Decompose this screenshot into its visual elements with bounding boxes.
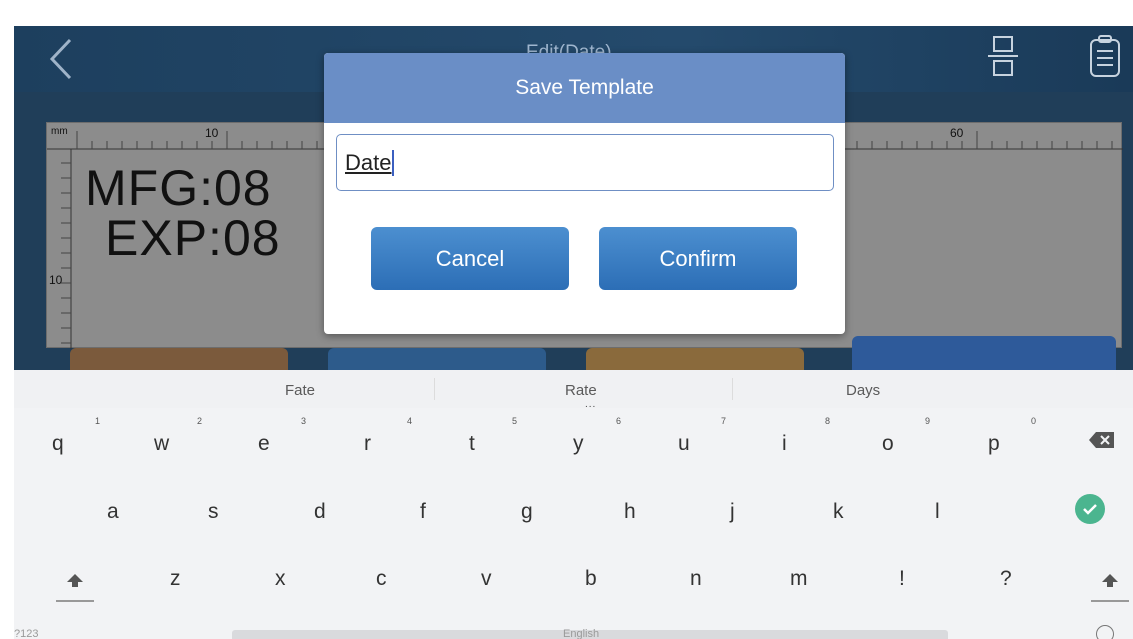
space-bar-label: English bbox=[563, 628, 600, 639]
key-k[interactable]: k bbox=[833, 500, 844, 524]
key-question[interactable]: ? bbox=[1000, 567, 1012, 591]
enter-check-icon[interactable] bbox=[1075, 494, 1105, 524]
template-list-icon[interactable] bbox=[1088, 34, 1122, 80]
key-i[interactable]: i bbox=[782, 432, 787, 456]
key-o[interactable]: o bbox=[882, 432, 894, 456]
key-f[interactable]: f bbox=[420, 500, 426, 524]
key-e[interactable]: e bbox=[258, 432, 270, 456]
suggestion-1[interactable]: Fate bbox=[285, 382, 315, 399]
key-w[interactable]: w bbox=[154, 432, 169, 456]
key-h[interactable]: h bbox=[624, 500, 636, 524]
ruler-unit: mm bbox=[51, 126, 68, 137]
key-s[interactable]: s bbox=[208, 500, 219, 524]
key-q[interactable]: q bbox=[52, 432, 64, 456]
key-hint: 0 bbox=[1031, 416, 1037, 426]
key-u[interactable]: u bbox=[678, 432, 690, 456]
text-caret bbox=[392, 149, 394, 176]
key-x[interactable]: x bbox=[275, 567, 286, 591]
template-name-value: Date bbox=[345, 149, 392, 175]
key-m[interactable]: m bbox=[790, 567, 808, 591]
key-r[interactable]: r bbox=[364, 432, 371, 456]
key-hint: 6 bbox=[616, 416, 622, 426]
shift-right-icon[interactable] bbox=[1091, 570, 1129, 610]
key-g[interactable]: g bbox=[521, 500, 533, 524]
key-hint: 2 bbox=[197, 416, 203, 426]
key-hint: 3 bbox=[301, 416, 307, 426]
canvas-text-exp[interactable]: EXP:08 bbox=[105, 213, 281, 263]
canvas-text-mfg[interactable]: MFG:08 bbox=[85, 163, 272, 213]
key-v[interactable]: v bbox=[481, 567, 492, 591]
key-d[interactable]: d bbox=[314, 500, 326, 524]
numbers-key[interactable]: ?123 bbox=[14, 628, 38, 639]
template-name-input[interactable]: Date bbox=[336, 134, 834, 191]
suggestion-divider bbox=[434, 378, 435, 400]
suggestion-2[interactable]: Rate bbox=[565, 382, 597, 399]
suggestion-3[interactable]: Days bbox=[846, 382, 880, 399]
key-hint: 1 bbox=[95, 416, 101, 426]
layout-icon[interactable] bbox=[986, 34, 1020, 78]
key-j[interactable]: j bbox=[730, 500, 735, 524]
ruler-label-10: 10 bbox=[205, 126, 219, 140]
backspace-icon[interactable] bbox=[1088, 431, 1116, 449]
save-template-dialog: Save Template Date Cancel Confirm bbox=[324, 53, 845, 334]
key-l[interactable]: l bbox=[935, 500, 940, 524]
key-c[interactable]: c bbox=[376, 567, 387, 591]
suggestion-divider bbox=[732, 378, 733, 400]
key-hint: 7 bbox=[721, 416, 727, 426]
key-t[interactable]: t bbox=[469, 432, 475, 456]
key-hint: 8 bbox=[825, 416, 831, 426]
cancel-button[interactable]: Cancel bbox=[371, 227, 569, 290]
shift-left-icon[interactable] bbox=[56, 570, 94, 610]
emoji-icon[interactable] bbox=[1096, 625, 1114, 639]
key-hint: 5 bbox=[512, 416, 518, 426]
key-hint: 9 bbox=[925, 416, 931, 426]
key-b[interactable]: b bbox=[585, 567, 597, 591]
suggestion-more-dots: ... bbox=[585, 399, 597, 410]
key-z[interactable]: z bbox=[170, 567, 181, 591]
key-p[interactable]: p bbox=[988, 432, 1000, 456]
key-exclamation[interactable]: ! bbox=[899, 567, 905, 591]
key-n[interactable]: n bbox=[690, 567, 702, 591]
back-arrow-icon[interactable] bbox=[42, 34, 82, 84]
key-y[interactable]: y bbox=[573, 432, 584, 456]
dialog-title: Save Template bbox=[324, 53, 845, 123]
on-screen-keyboard: Fate Rate Days ... q1w2e3r4t5y6u7i8o9p0 … bbox=[14, 370, 1133, 639]
confirm-button[interactable]: Confirm bbox=[599, 227, 797, 290]
ruler-label-vertical-10: 10 bbox=[49, 273, 63, 287]
key-hint: 4 bbox=[407, 416, 413, 426]
suggestion-bar: Fate Rate Days ... bbox=[14, 370, 1133, 410]
key-a[interactable]: a bbox=[107, 500, 119, 524]
ruler-label-60: 60 bbox=[950, 126, 964, 140]
